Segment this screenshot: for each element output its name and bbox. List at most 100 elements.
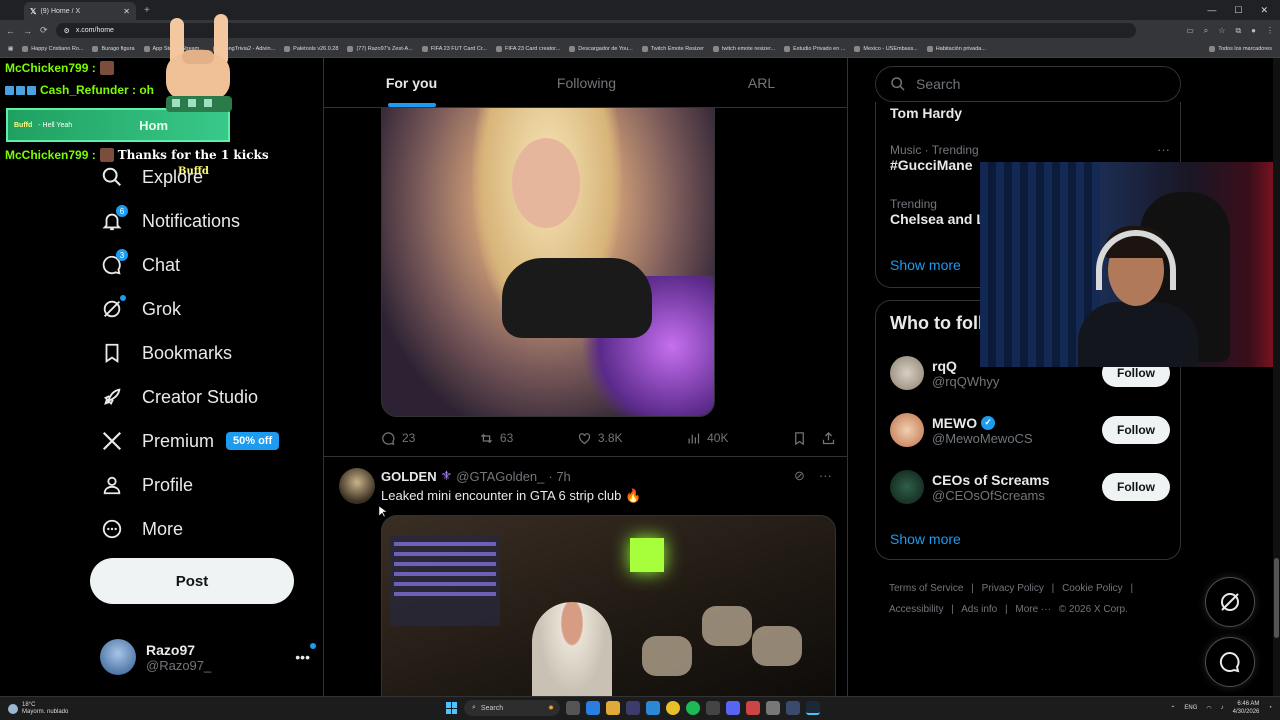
sidebar-item-bookmarks[interactable]: Bookmarks [100, 338, 232, 368]
tray-chevron-icon[interactable]: ⌃ [1170, 705, 1175, 712]
file-explorer-icon[interactable] [606, 701, 620, 715]
spotify-icon[interactable] [686, 701, 700, 715]
like-button[interactable]: 3.8K [577, 431, 623, 446]
post-button[interactable]: Post [90, 558, 294, 604]
trend-item[interactable]: Tom Hardy [890, 105, 962, 121]
bookmark-item[interactable]: (77) Razo97's Zest-A... [347, 46, 413, 52]
all-bookmarks-folder[interactable]: Todos los marcadores [1209, 46, 1272, 52]
obs-icon[interactable] [706, 701, 720, 715]
share-button[interactable] [821, 431, 836, 446]
tab-arl[interactable]: ARL [674, 58, 847, 107]
notification-bell-icon[interactable]: ◔ [1268, 705, 1272, 711]
post-author-name[interactable]: GOLDEN [381, 469, 437, 484]
bookmark-item[interactable]: Estudio Privado en ... [784, 46, 845, 52]
who-show-more[interactable]: Show more [890, 531, 961, 547]
sidebar-item-premium[interactable]: Premium 50% off [100, 426, 280, 456]
search-input[interactable]: Search [875, 66, 1181, 102]
cast-icon[interactable]: ▭ [1186, 26, 1194, 36]
app-icon[interactable] [746, 701, 760, 715]
tab-for-you[interactable]: For you [324, 58, 499, 107]
menu-icon[interactable]: ⋮ [1266, 26, 1274, 36]
bookmark-item[interactable]: Burago figura [92, 46, 135, 52]
footer-link[interactable]: Accessibility [889, 604, 943, 615]
app-icon[interactable] [766, 701, 780, 715]
sidebar-item-creator-studio[interactable]: Creator Studio [100, 382, 258, 412]
site-info-icon[interactable]: ⚙ [64, 27, 70, 35]
bookmark-item[interactable]: Paletools v26.0.28 [284, 46, 338, 52]
close-window-icon[interactable]: ✕ [1260, 5, 1268, 16]
account-switcher[interactable]: Razo97 @Razo97_ ••• [100, 638, 316, 676]
sidebar-item-notifications[interactable]: 6 Notifications [100, 205, 240, 236]
bookmark-item[interactable]: twitch emote resizer... [712, 46, 775, 52]
sidebar-item-chat[interactable]: 3 Chat [100, 249, 180, 280]
post-image[interactable] [381, 515, 836, 696]
bookmark-item[interactable]: FIFA 23 FUT Card Cr... [421, 46, 487, 52]
back-icon[interactable]: ← [6, 26, 15, 36]
edge-icon[interactable] [586, 701, 600, 715]
bookmark-item[interactable]: FIFA 23 Card creator... [495, 46, 560, 52]
apps-icon[interactable]: ▦ [8, 46, 13, 52]
minimize-icon[interactable]: — [1207, 5, 1216, 16]
chrome-icon[interactable] [666, 701, 680, 715]
footer-link[interactable]: Cookie Policy [1062, 583, 1123, 594]
more-icon[interactable]: ··· [819, 468, 832, 484]
post-image[interactable] [381, 107, 715, 417]
repost-button[interactable]: 63 [479, 431, 513, 446]
trends-show-more[interactable]: Show more [890, 257, 961, 273]
taskbar-search[interactable]: ⌕ Search ✸ [464, 700, 560, 716]
clock[interactable]: 6:46 AM 4/30/2026 [1233, 700, 1260, 716]
avatar[interactable] [890, 413, 924, 447]
bookmark-item[interactable]: Happy Cristiano Ro... [22, 46, 83, 52]
bookmark-item[interactable]: Mexico - USEmbass... [854, 46, 918, 52]
trend-item[interactable]: Music · Trending #GucciMane [890, 143, 979, 173]
close-tab-icon[interactable]: ✕ [123, 7, 130, 16]
extensions-icon[interactable]: ⧉ [1235, 26, 1241, 36]
zoom-icon[interactable]: ⌕ [1204, 26, 1208, 36]
weather-widget[interactable]: 18°C Mayorm. nublado [0, 702, 200, 716]
sidebar-item-profile[interactable]: Profile [100, 470, 193, 500]
reload-icon[interactable]: ⟳ [40, 25, 48, 36]
browser-tab-x-home[interactable]: 𝕏 (9) Home / X ✕ [24, 2, 136, 20]
tab-following[interactable]: Following [499, 58, 674, 107]
follow-button[interactable]: Follow [1102, 416, 1170, 444]
reply-button[interactable]: 23 [381, 431, 415, 446]
avatar[interactable] [890, 470, 924, 504]
footer-link[interactable]: Privacy Policy [982, 583, 1044, 594]
forward-icon[interactable]: → [23, 26, 32, 36]
task-view-icon[interactable] [566, 701, 580, 715]
follow-button[interactable]: Follow [1102, 473, 1170, 501]
account-more-icon[interactable]: ••• [295, 643, 316, 665]
bookmark-button[interactable] [792, 431, 807, 446]
bookmark-item[interactable]: Twitch Emote Resizer [641, 46, 704, 52]
steam-icon[interactable] [806, 701, 820, 715]
messages-fab-button[interactable] [1205, 637, 1255, 687]
windows-start-icon[interactable] [446, 702, 458, 714]
new-tab-icon[interactable]: + [144, 5, 150, 16]
footer-link[interactable]: Ads info [961, 604, 997, 615]
wifi-icon[interactable]: ◠ [1206, 705, 1211, 712]
bookmark-item[interactable]: Habitación privada... [926, 46, 986, 52]
app-icon[interactable] [786, 701, 800, 715]
mail-icon[interactable] [646, 701, 660, 715]
volume-icon[interactable]: ♪ [1221, 705, 1224, 711]
grok-fab-button[interactable] [1205, 577, 1255, 627]
trend-item[interactable]: Trending Chelsea and Li [890, 197, 989, 227]
sidebar-item-grok[interactable]: Grok [100, 294, 181, 324]
language-indicator[interactable]: ENG [1184, 705, 1197, 711]
page-scrollbar[interactable] [1273, 58, 1280, 696]
post-author-handle[interactable]: @GTAGolden_ [456, 469, 544, 484]
footer-link[interactable]: Terms of Service [889, 583, 963, 594]
maximize-icon[interactable]: ☐ [1234, 5, 1242, 16]
suggestion-name[interactable]: MEWO ✓ [932, 415, 1033, 431]
footer-link[interactable]: More ··· [1015, 604, 1051, 615]
sidebar-item-more[interactable]: More [100, 514, 183, 544]
bookmark-item[interactable]: Descargador de You... [569, 46, 633, 52]
avatar[interactable] [890, 356, 924, 390]
scroll-thumb[interactable] [1274, 558, 1279, 638]
discord-icon[interactable] [726, 701, 740, 715]
avatar[interactable] [339, 468, 375, 504]
suggestion-name[interactable]: CEOs of Screams [932, 472, 1050, 488]
views-button[interactable]: 40K [686, 431, 728, 446]
trend-more-icon[interactable]: ··· [1157, 142, 1170, 157]
bookmark-star-icon[interactable]: ☆ [1218, 26, 1225, 36]
